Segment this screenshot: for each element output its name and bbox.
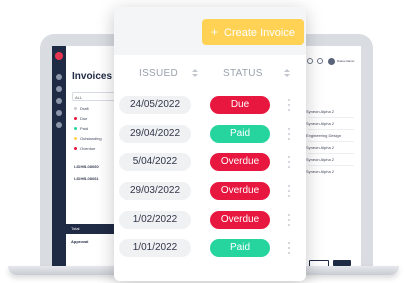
- invoice-row[interactable]: 1/02/2022 Overdue: [114, 209, 306, 237]
- invoice-row[interactable]: 29/04/2022 Paid: [114, 123, 306, 151]
- divider: [308, 165, 354, 166]
- status-badge: Due: [210, 96, 270, 114]
- home-icon[interactable]: [56, 74, 62, 80]
- invoice-row[interactable]: 1/01/2022 Paid: [114, 237, 306, 265]
- outstanding-dot-icon: [74, 137, 77, 141]
- paid-dot-icon: [74, 127, 77, 131]
- invoice-id[interactable]: I-IDHB-08081: [74, 176, 99, 181]
- invoice-row[interactable]: 5/04/2022 Overdue: [114, 151, 306, 179]
- avatar[interactable]: [328, 58, 335, 65]
- invoice-row[interactable]: 29/03/2022 Overdue: [114, 180, 306, 208]
- app-logo-icon: [55, 52, 63, 60]
- status-badge: Overdue: [210, 211, 270, 229]
- invoice-icon[interactable]: [56, 86, 62, 92]
- divider: [308, 117, 354, 118]
- issued-date: 1/02/2022: [119, 211, 191, 229]
- settings-icon[interactable]: [56, 122, 62, 128]
- more-options-icon[interactable]: [287, 212, 291, 228]
- overdue-dot-icon: [74, 147, 77, 151]
- issued-date: 29/04/2022: [119, 125, 191, 143]
- plus-icon: +: [211, 25, 219, 39]
- detail-line: Syneon Alpha 2: [306, 121, 335, 126]
- invoice-row[interactable]: 24/05/2022 Due: [114, 94, 306, 122]
- due-dot-icon: [74, 117, 77, 121]
- more-options-icon[interactable]: [287, 240, 291, 256]
- settings-icon[interactable]: [307, 58, 313, 64]
- filter-draft[interactable]: Draft: [74, 106, 89, 111]
- more-options-icon[interactable]: [287, 154, 291, 170]
- issued-date: 1/01/2022: [119, 239, 191, 257]
- detail-panel: Syneon Alpha 2 Syneon Alpha 2 Engineerin…: [302, 71, 360, 268]
- filter-select[interactable]: ALL: [72, 92, 118, 101]
- invoice-card: + Create Invoice ISSUED STATUS 24/05/2022…: [114, 7, 306, 281]
- status-badge: Paid: [210, 239, 270, 257]
- card-header: + Create Invoice: [114, 7, 306, 55]
- user-name: Diana Hamer: [337, 59, 355, 63]
- detail-line: Syneon Alpha 2: [306, 157, 335, 162]
- detail-line: Engineering Design: [306, 133, 341, 138]
- draft-dot-icon: [74, 107, 77, 111]
- status-badge: Overdue: [210, 153, 270, 171]
- column-header-status[interactable]: STATUS: [223, 68, 263, 79]
- detail-line: Syneon Alpha 2: [306, 145, 335, 150]
- more-options-icon[interactable]: [287, 97, 291, 113]
- filter-overdue[interactable]: Overdue: [74, 146, 95, 151]
- create-invoice-button[interactable]: + Create Invoice: [202, 19, 304, 45]
- more-options-icon[interactable]: [287, 126, 291, 142]
- divider: [308, 141, 354, 142]
- more-options-icon[interactable]: [287, 183, 291, 199]
- chart-icon[interactable]: [56, 98, 62, 104]
- issued-date: 5/04/2022: [119, 153, 191, 171]
- column-header-issued[interactable]: ISSUED: [139, 68, 178, 79]
- divider: [308, 153, 354, 154]
- issued-date: 24/05/2022: [119, 96, 191, 114]
- sort-icon[interactable]: [192, 69, 198, 79]
- filter-outstanding[interactable]: Outstanding: [74, 136, 102, 141]
- status-badge: Paid: [210, 125, 270, 143]
- detail-line: Syneon Alpha 2: [306, 169, 335, 174]
- issued-date: 29/03/2022: [119, 182, 191, 200]
- detail-line: Syneon Alpha 2: [306, 109, 335, 114]
- sort-icon[interactable]: [284, 69, 290, 79]
- users-icon[interactable]: [56, 110, 62, 116]
- divider: [308, 129, 354, 130]
- filter-due[interactable]: Due: [74, 116, 87, 121]
- invoice-id[interactable]: I-IDHB-08080: [74, 164, 99, 169]
- approval-label: Approval: [71, 239, 89, 244]
- bell-icon[interactable]: [317, 58, 323, 64]
- status-badge: Overdue: [210, 182, 270, 200]
- filter-paid[interactable]: Paid: [74, 126, 88, 131]
- app-rail: [52, 46, 66, 268]
- page-title: Invoices: [72, 71, 113, 82]
